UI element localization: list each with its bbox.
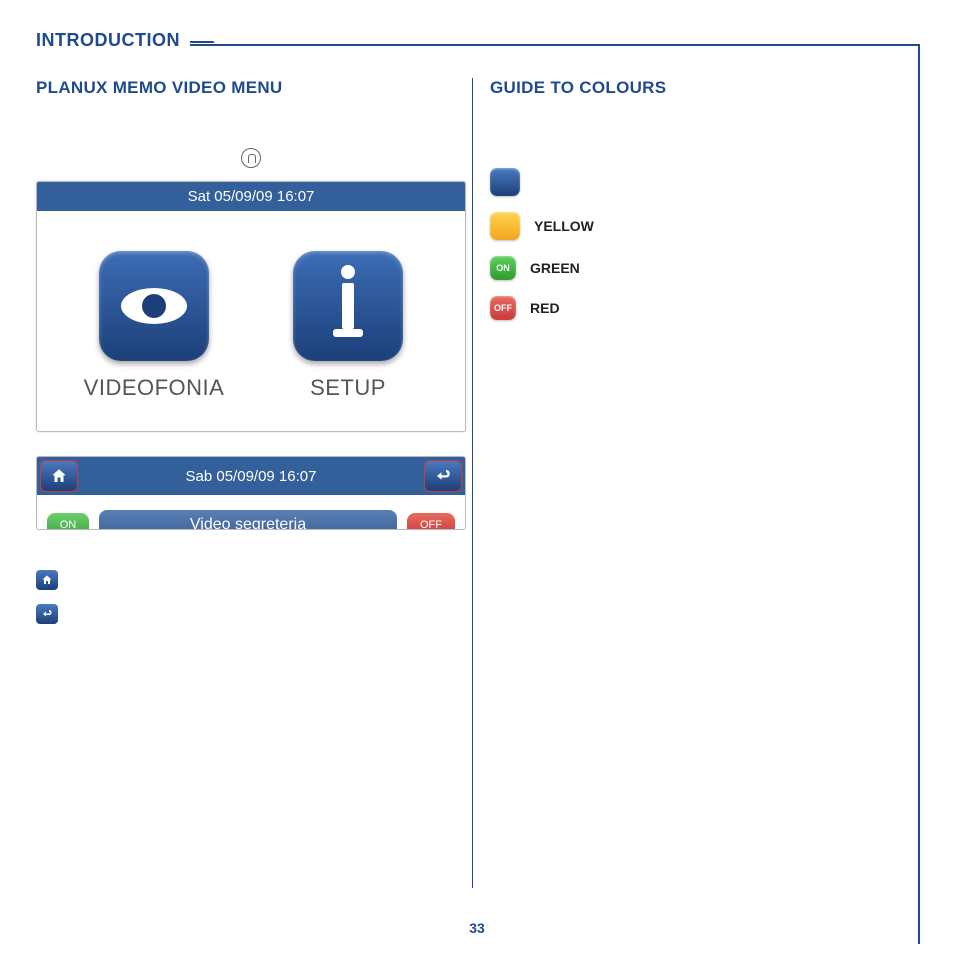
app-videofonia[interactable]: VIDEOFONIA: [69, 251, 239, 401]
page-number: 33: [0, 920, 954, 936]
swatch-yellow: [490, 212, 520, 240]
on-badge: ON: [47, 513, 89, 529]
swatch-blue: [490, 168, 520, 196]
home-icon: [50, 467, 68, 485]
device-mock-1: Sat 05/09/09 16:07 VIDEOFONIA SETUP: [36, 148, 466, 624]
swatch-row-red: OFF RED: [490, 296, 900, 320]
swatch-row-yellow: YELLOW: [490, 212, 900, 240]
swatch-green-label: GREEN: [530, 260, 580, 276]
app-setup-label: SETUP: [263, 375, 433, 401]
swatch-row-green: ON GREEN: [490, 256, 900, 280]
app-setup[interactable]: SETUP: [263, 251, 433, 401]
app-videofonia-label: VIDEOFONIA: [69, 375, 239, 401]
swatch-yellow-label: YELLOW: [534, 218, 594, 234]
screen1-titlebar: Sat 05/09/09 16:07: [37, 182, 465, 211]
device-mock-2: Sab 05/09/09 16:07 ON Video segreteria O…: [36, 456, 466, 530]
home-icon-legend: [36, 570, 58, 590]
swatch-red-label: RED: [530, 300, 560, 316]
info-icon: [293, 251, 403, 361]
legend-home-row: [36, 570, 466, 590]
left-heading: PLANUX MEMO VIDEO MENU: [36, 78, 466, 98]
section-title: INTRODUCTION: [36, 30, 190, 51]
swatch-row-blue: [490, 168, 900, 196]
return-arrow-icon: [434, 467, 452, 485]
eye-icon: [99, 251, 209, 361]
back-button[interactable]: [425, 461, 461, 491]
swatch-green: ON: [490, 256, 516, 280]
device-battery-icon: [36, 148, 466, 173]
screen2-titlebar: Sab 05/09/09 16:07: [186, 468, 317, 485]
swatch-red: OFF: [490, 296, 516, 320]
home-button[interactable]: [41, 461, 77, 491]
right-heading: GUIDE TO COLOURS: [490, 78, 900, 98]
column-divider: [472, 78, 473, 888]
menu-item-label[interactable]: Video segreteria: [99, 510, 397, 529]
off-badge: OFF: [407, 513, 455, 529]
return-arrow-icon-legend: [36, 604, 58, 624]
legend-back-row: [36, 604, 466, 624]
